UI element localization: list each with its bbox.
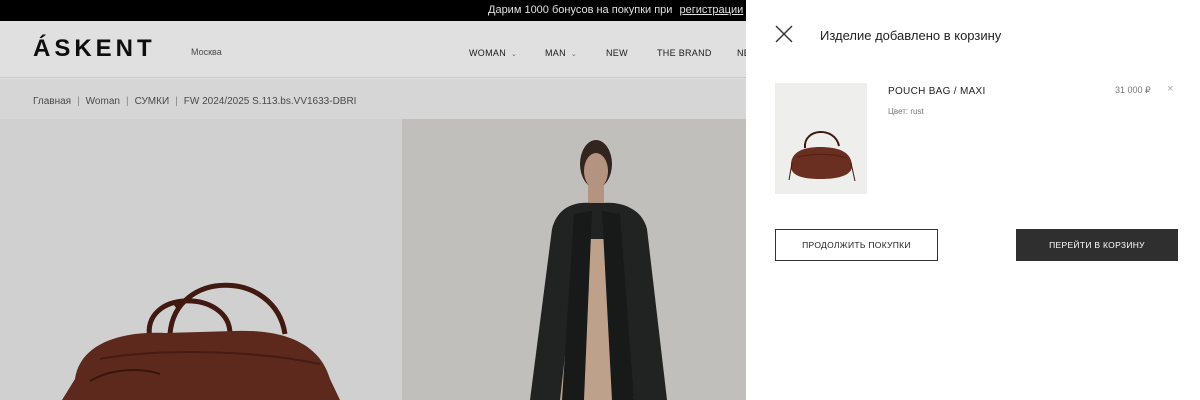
remove-item-icon[interactable]: ×: [1167, 83, 1173, 95]
modal-backdrop[interactable]: [0, 0, 746, 400]
bag-thumbnail-image: [788, 131, 856, 182]
continue-shopping-button[interactable]: ПРОДОЛЖИТЬ ПОКУПКИ: [775, 229, 938, 261]
cart-item-name[interactable]: POUCH BAG / MAXI: [888, 86, 986, 97]
go-to-cart-button[interactable]: ПЕРЕЙТИ В КОРЗИНУ: [1016, 229, 1178, 261]
close-button[interactable]: [774, 24, 794, 44]
color-label: Цвет:: [888, 107, 909, 116]
drawer-title: Изделие добавлено в корзину: [820, 28, 1002, 43]
cart-drawer: Изделие добавлено в корзину POUCH BAG / …: [746, 0, 1200, 400]
color-value: rust: [910, 107, 924, 116]
cart-item-thumbnail[interactable]: [775, 83, 867, 194]
cart-item-price: 31 000 ₽: [1115, 85, 1151, 95]
close-icon: [775, 25, 793, 43]
cart-item-color: Цвет: rust: [888, 107, 924, 116]
